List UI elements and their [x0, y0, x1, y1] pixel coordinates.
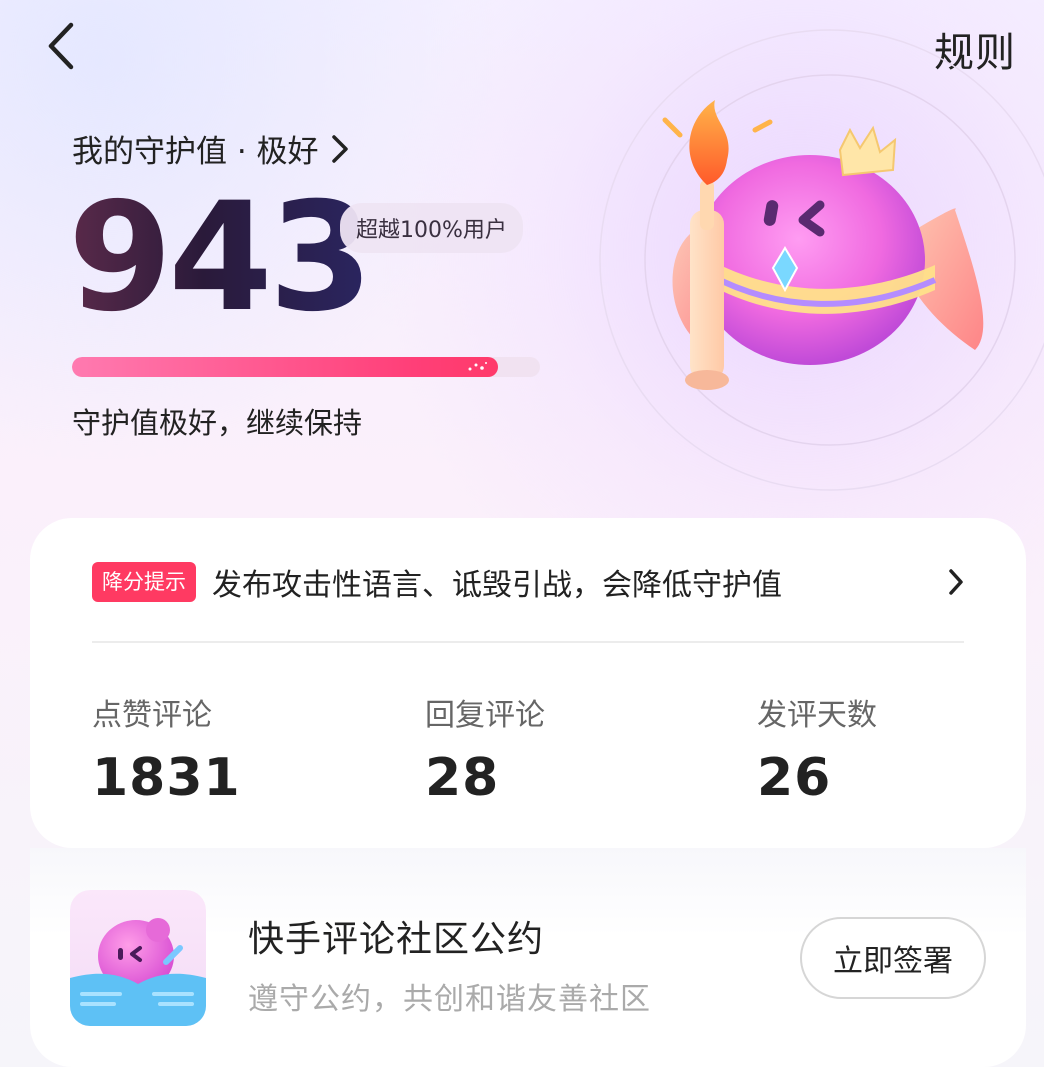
guard-status-text: 守护值极好，继续保持 [72, 406, 363, 440]
stat-comment-days: 发评天数 26 [757, 690, 877, 808]
notice-text: 发布攻击性语言、诋毁引战，会降低守护值 [212, 568, 782, 603]
guard-level-link[interactable]: 我的守护值 · 极好 [72, 126, 351, 171]
guard-score: 943 [68, 171, 373, 345]
guardian-mascot-illustration [599, 29, 1044, 491]
convention-title: 快手评论社区公约 [248, 919, 545, 960]
stat-value: 26 [757, 748, 832, 808]
notice-badge: 降分提示 [92, 562, 196, 602]
rank-badge: 超越100%用户 [340, 203, 523, 253]
community-convention-panel: 快手评论社区公约 遵守公约，共创和谐友善社区 立即签署 [30, 848, 1026, 1067]
guard-progress-fill [72, 357, 498, 377]
score-reduction-notice[interactable]: 降分提示 发布攻击性语言、诋毁引战，会降低守护值 [92, 560, 968, 604]
convention-subtitle: 遵守公约，共创和谐友善社区 [248, 982, 651, 1017]
stat-label: 回复评论 [425, 698, 545, 733]
stat-label: 点赞评论 [92, 698, 212, 733]
stat-reply-comments: 回复评论 28 [425, 690, 545, 808]
stat-label: 发评天数 [757, 698, 877, 733]
chevron-left-icon [48, 22, 74, 70]
chevron-right-icon [331, 134, 348, 163]
stats-card: 降分提示 发布攻击性语言、诋毁引战，会降低守护值 点赞评论 1831 回复评论 … [30, 518, 1026, 848]
convention-mascot-icon [70, 890, 206, 1026]
back-button[interactable] [36, 18, 84, 74]
card-divider [92, 641, 964, 643]
guard-progress-bar [72, 357, 540, 377]
sparkle-icon [468, 362, 487, 371]
stat-value: 1831 [92, 748, 241, 808]
stat-value: 28 [425, 748, 500, 808]
chevron-right-icon [944, 567, 968, 597]
guard-level-label: 我的守护值 · 极好 [72, 134, 319, 170]
stat-liked-comments: 点赞评论 1831 [92, 690, 241, 808]
sign-now-button[interactable]: 立即签署 [800, 917, 986, 999]
